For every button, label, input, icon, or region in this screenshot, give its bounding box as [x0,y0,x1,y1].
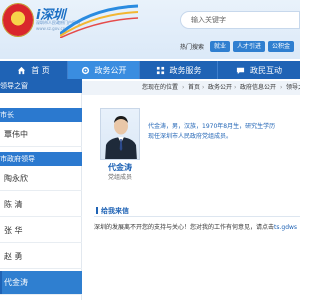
search-input[interactable] [191,12,296,28]
chat-icon [236,66,245,75]
hot-search-bar: 热门搜索 就业 人才引进 公积金 [180,40,297,52]
sidebar-category-leaders: 市政府领导 [0,152,82,166]
nav-item-interaction[interactable]: 政民互动 [218,61,300,79]
logo-swoosh-graphic [60,4,138,38]
grid-icon [156,66,165,75]
heading-marker [96,207,98,214]
sidebar-item-mayor[interactable]: 覃伟中 [0,123,82,147]
leader-photo [100,108,140,160]
leaders-sidebar: 领导之窗 市长 覃伟中 市政府领导 陶永欣 陈 清 张 华 赵 勇 代金涛 [0,79,82,300]
breadcrumb-separator: › [202,84,205,91]
leader-bio: 代金涛，男，汉族，1970年8月生，研究生学历 [148,123,276,130]
breadcrumb: 您现在的位置 › 首页 › 政务公开 › 政府信息公开 › 领导之窗 [82,81,300,95]
breadcrumb-separator: › [234,84,237,91]
leader-name: 赵 勇 [4,252,23,261]
write-letter-message: 深圳的发展离不开您的支持与关心！您对我的工作有何意见，请点击 [94,224,275,231]
breadcrumb-separator: › [280,84,283,91]
gear-icon [81,66,90,75]
sidebar-item-leader[interactable]: 陈 清 [0,193,82,217]
write-letter-link[interactable]: ts.gdws [274,224,297,231]
sidebar-category-mayor: 市长 [0,108,82,122]
sidebar-item-leader[interactable]: 张 华 [0,219,82,243]
hot-search-link[interactable]: 就业 [210,40,231,52]
leader-name: 张 华 [4,226,23,235]
write-letter-label: 给我来信 [101,207,129,215]
leader-name: 陶永欣 [4,174,28,183]
hot-search-link[interactable]: 人才引进 [233,40,266,52]
breadcrumb-link[interactable]: 政府信息公开 [240,81,276,95]
leader-name: 陈 清 [4,200,23,209]
leader-title-caption: 党组成员 [107,174,132,181]
sidebar-title: 领导之窗 [0,79,82,93]
home-icon [17,66,26,75]
write-letter-heading: 给我来信 [96,206,129,216]
site-header: ★ i深圳 深圳市人民政府门户网站 www.sz.gov.cn 热门搜索 就业 … [0,0,300,59]
breadcrumb-prefix: 您现在的位置 [142,84,179,91]
nav-item-label: 政务公开 [94,65,127,75]
leader-bio: 现任深圳市人民政府党组成员。 [148,133,233,140]
nav-item-label: 首 页 [31,65,50,75]
breadcrumb-link[interactable]: 首页 [188,81,200,95]
leader-name: 覃伟中 [4,130,28,139]
nav-item-label: 政务服务 [169,65,202,75]
search-box [180,11,300,29]
main-nav: 首 页 政务公开 政务服务 政民互动 [0,61,300,79]
sidebar-item-leader-active[interactable]: 代金涛 [0,271,82,295]
hot-search-link[interactable]: 公积金 [268,40,295,52]
nav-item-label: 政民互动 [250,65,282,75]
sidebar-item-leader[interactable]: 赵 勇 [0,245,82,269]
nav-item-home[interactable]: 首 页 [0,61,68,79]
leader-name: 代金涛 [4,278,28,287]
write-letter-text: 深圳的发展离不开您的支持与关心！您对我的工作有何意见，请点击ts.gdws [94,222,297,231]
breadcrumb-separator: › [182,84,185,91]
nav-item-services[interactable]: 政务服务 [140,61,218,79]
nav-item-public-affairs[interactable]: 政务公开 [68,61,140,79]
sidebar-item-leader[interactable]: 陶永欣 [0,167,82,191]
divider [94,216,300,217]
national-emblem-icon: ★ [3,4,33,36]
hot-search-label: 热门搜索 [180,43,205,51]
breadcrumb-link[interactable]: 政务公开 [208,81,232,95]
breadcrumb-current: 领导之窗 [286,84,300,91]
